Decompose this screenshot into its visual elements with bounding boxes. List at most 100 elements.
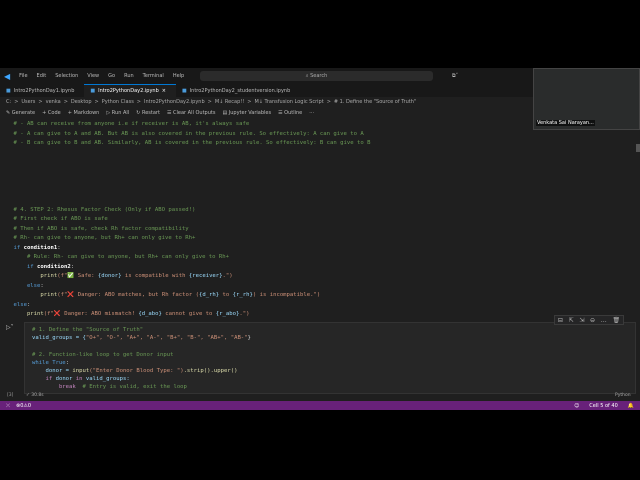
run-by-line-icon[interactable]: ⊟ bbox=[558, 317, 563, 324]
code-token: # Rule: Rh- can give to anyone, but Rh+ … bbox=[0, 254, 230, 260]
warning-count[interactable]: 0 bbox=[28, 403, 31, 409]
breadcrumb-item[interactable]: venka bbox=[46, 99, 61, 105]
code-token: # Then if ABO is safe, check Rh factor c… bbox=[0, 225, 189, 232]
code-token: (f" bbox=[43, 311, 54, 317]
participant-name: Venkata Sai Narayan... bbox=[536, 120, 595, 126]
chevron-right-icon: > bbox=[38, 99, 43, 105]
delete-icon[interactable]: 🗑 bbox=[612, 317, 620, 324]
toolbar-button[interactable]: ☰ Outline bbox=[278, 110, 302, 116]
toolbar-button[interactable]: ··· bbox=[309, 110, 314, 116]
code-token: condition2 bbox=[37, 263, 71, 270]
tab-day2-student[interactable]: ■ Intro2PythonDay2_studentversion.ipynb bbox=[176, 84, 300, 97]
code-token: {r_abo} bbox=[215, 311, 240, 317]
cell-language[interactable]: Python bbox=[615, 393, 631, 398]
code-token: print bbox=[0, 311, 44, 317]
toolbar-button[interactable]: + Markdown bbox=[68, 110, 100, 116]
menu-view[interactable]: View bbox=[87, 73, 99, 79]
breadcrumb-item[interactable]: C: bbox=[6, 99, 11, 105]
menu-go[interactable]: Go bbox=[108, 73, 115, 79]
breadcrumb-item[interactable]: M↓ Recap!! bbox=[215, 99, 244, 105]
code-line: while True: bbox=[32, 359, 251, 367]
breadcrumb-item[interactable]: Intro2PythonDay2.ipynb bbox=[144, 99, 205, 105]
code-token: valid_groups = { bbox=[32, 335, 86, 342]
code-line: donor = input("Enter Donor Blood Type: "… bbox=[32, 367, 251, 375]
code-token: # 2. Function-like loop to get Donor inp… bbox=[32, 351, 174, 358]
code-line: # 2. Function-like loop to get Donor inp… bbox=[32, 351, 251, 359]
search-box[interactable]: ⌕ Search bbox=[200, 71, 433, 81]
toolbar-label: Run All bbox=[111, 109, 130, 116]
toolbar-label: Generate bbox=[11, 109, 36, 116]
breadcrumb-item[interactable]: Desktop bbox=[71, 99, 92, 105]
menu-selection[interactable]: Selection bbox=[55, 73, 78, 79]
code-line: # - AB can receive from anyone i.e if re… bbox=[0, 120, 370, 130]
menu-run[interactable]: Run bbox=[124, 73, 134, 79]
toolbar-label: Outline bbox=[284, 109, 303, 116]
code-token: else bbox=[0, 282, 41, 289]
execute-above-icon[interactable]: ⇱ bbox=[569, 317, 574, 324]
code-line: # 4. STEP 2: Rhesus Factor Check (Only i… bbox=[0, 206, 370, 216]
code-token: donor = bbox=[32, 367, 73, 374]
split-cell-icon[interactable]: ⊖ bbox=[590, 317, 595, 324]
menu-edit[interactable]: Edit bbox=[37, 73, 47, 79]
code-token: # First check if ABO is safe bbox=[0, 216, 108, 222]
more-icon[interactable]: … bbox=[601, 317, 607, 324]
code-token: : bbox=[70, 263, 75, 270]
copilot-icon[interactable]: ⧉˅ bbox=[452, 73, 458, 79]
code-token: : bbox=[65, 359, 70, 366]
notifications-icon[interactable]: 🔔 bbox=[628, 403, 634, 409]
code-token: .") bbox=[222, 273, 233, 279]
cell-2-code[interactable]: # 1. Define the "Source of Truth" valid_g… bbox=[32, 326, 251, 392]
close-icon[interactable]: × bbox=[162, 88, 166, 94]
copilot-status-icon[interactable]: ☺ bbox=[574, 403, 579, 409]
toolbar-button[interactable]: ✎ Generate bbox=[6, 110, 35, 116]
tab-label: Intro2PythonDay2_studentversion.ipynb bbox=[189, 87, 291, 94]
code-token: : bbox=[57, 244, 61, 251]
chevron-right-icon: > bbox=[63, 99, 68, 105]
menu-file[interactable]: File bbox=[19, 73, 27, 79]
toolbar-button[interactable]: ▤ Jupyter Variables bbox=[222, 110, 271, 116]
code-line: valid_groups = {"O+", "O-", "A+", "A-", … bbox=[32, 334, 251, 342]
code-token: while True bbox=[32, 359, 66, 366]
code-token: # - B can give to B and AB. Similarly, A… bbox=[0, 140, 371, 146]
code-token: to bbox=[219, 292, 233, 298]
code-token: if bbox=[0, 244, 24, 251]
code-token: (f" bbox=[57, 292, 68, 298]
code-line: # 1. Define the "Source of Truth" bbox=[32, 326, 251, 334]
run-cell-button[interactable]: ▷˅ bbox=[6, 324, 14, 331]
code-token: ❌ bbox=[53, 311, 61, 317]
code-token: } bbox=[247, 335, 251, 342]
cell-1-code[interactable]: # - AB can receive from anyone i.e if re… bbox=[0, 120, 370, 320]
toolbar-button[interactable]: ▷ Run All bbox=[106, 110, 129, 116]
tab-day1[interactable]: ■ Intro2PythonDay1.ipynb bbox=[0, 84, 84, 97]
notebook-icon: ■ bbox=[90, 88, 96, 94]
cell-toolbar: ⊟ ⇱ ⇲ ⊖ … 🗑 bbox=[554, 315, 624, 325]
toolbar-button[interactable]: ☰ Clear All Outputs bbox=[167, 110, 216, 116]
toolbar-button[interactable]: + Code bbox=[42, 110, 61, 116]
code-token: # 1. Define the "Source of Truth" bbox=[32, 327, 144, 333]
menu-help[interactable]: Help bbox=[173, 73, 184, 79]
code-token: # - A can give to A and AB. But AB is al… bbox=[0, 130, 364, 137]
breadcrumb-item[interactable]: Python Class bbox=[102, 99, 134, 105]
toolbar-label: + Code bbox=[42, 109, 61, 116]
code-token: .") bbox=[239, 311, 250, 317]
breadcrumb-item[interactable]: # 1. Define the "Source of Truth" bbox=[334, 99, 416, 105]
code-token: # 4. STEP 2: Rhesus Factor Check (Only i… bbox=[0, 206, 196, 213]
tab-day2[interactable]: ■ Intro2PythonDay2.ipynb × bbox=[84, 84, 176, 97]
scrollbar[interactable] bbox=[636, 144, 640, 152]
breadcrumb-item[interactable]: M↓ Transfusion Logic Script bbox=[254, 99, 323, 105]
cell-position[interactable]: Cell 5 of 40 bbox=[589, 403, 617, 409]
breadcrumb-item[interactable]: Users bbox=[21, 99, 35, 105]
menu-terminal[interactable]: Terminal bbox=[143, 73, 164, 79]
remote-icon[interactable]: ⤫ bbox=[6, 403, 10, 409]
tab-label: Intro2PythonDay2.ipynb bbox=[98, 88, 159, 94]
toolbar-button[interactable]: ↻ Restart bbox=[136, 110, 160, 116]
code-token: (f" bbox=[57, 273, 68, 279]
execute-below-icon[interactable]: ⇲ bbox=[579, 317, 584, 324]
code-token: condition1 bbox=[23, 244, 58, 251]
code-token: break bbox=[32, 384, 76, 391]
